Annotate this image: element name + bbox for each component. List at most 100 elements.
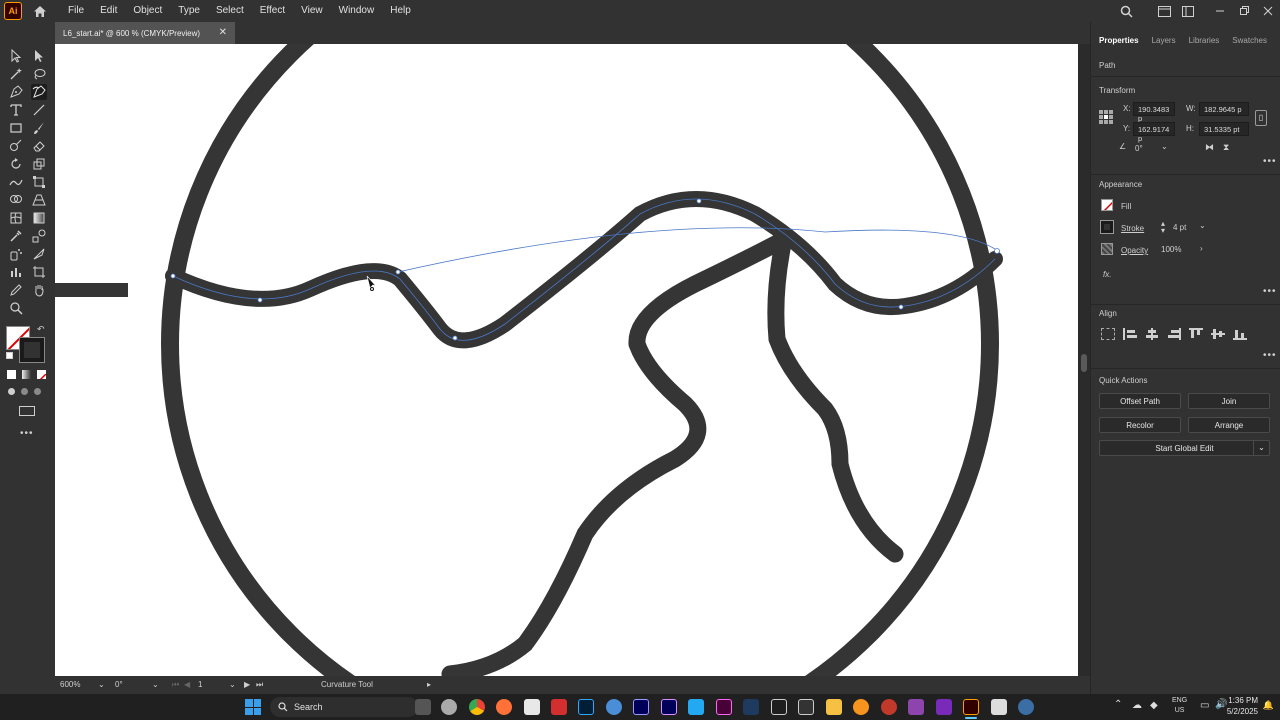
magic-wand-tool-icon[interactable] (8, 66, 24, 82)
rectangle-tool-icon[interactable] (8, 120, 24, 136)
global-edit-dropdown-icon[interactable]: ⌄ (1253, 441, 1269, 455)
terminal-icon[interactable] (798, 699, 814, 715)
align-right-icon[interactable] (1167, 328, 1181, 340)
align-top-icon[interactable] (1189, 328, 1203, 340)
anchor-point[interactable] (994, 248, 1000, 254)
stroke-weight-dropdown-icon[interactable]: ⌄ (1199, 221, 1206, 230)
width-field[interactable]: 182.9645 p (1199, 102, 1249, 116)
task-view-icon[interactable] (415, 699, 431, 715)
scale-tool-icon[interactable] (31, 156, 47, 172)
anchor-point[interactable] (452, 335, 458, 341)
language-bottom[interactable]: US (1172, 706, 1187, 716)
vscode-icon[interactable] (688, 699, 704, 715)
flip-vertical-icon[interactable]: ⧗ (1223, 142, 1229, 153)
column-graph-tool-icon[interactable] (8, 264, 24, 280)
artboard-dropdown-icon[interactable]: ⌄ (229, 680, 236, 689)
anchor-point[interactable] (170, 273, 176, 279)
tab-layers[interactable]: Layers (1152, 36, 1176, 45)
next-artboard-icon[interactable]: ▶ (244, 680, 250, 689)
stroke-swatch-small[interactable] (1100, 220, 1114, 234)
rotate-tool-icon[interactable] (8, 156, 24, 172)
color-mode-icon[interactable] (7, 370, 16, 379)
vertical-scrollbar[interactable] (1078, 44, 1090, 676)
menu-window[interactable]: Window (331, 0, 383, 22)
menu-edit[interactable]: Edit (92, 0, 125, 22)
angle-value[interactable]: 0° (1135, 144, 1143, 153)
paintbrush-tool-icon[interactable] (31, 120, 47, 136)
gradient-mode-icon[interactable] (22, 370, 31, 379)
flip-horizontal-icon[interactable]: ⧓ (1205, 142, 1214, 153)
menu-select[interactable]: Select (208, 0, 252, 22)
hand-tool-icon[interactable] (31, 282, 47, 298)
anchor-point[interactable] (395, 269, 401, 275)
transform-more-options-icon[interactable]: ••• (1263, 156, 1277, 167)
menu-help[interactable]: Help (382, 0, 419, 22)
chrome-icon[interactable] (469, 699, 485, 715)
app-icon-6[interactable] (881, 699, 897, 715)
tab-swatches[interactable]: Swatches (1232, 36, 1267, 45)
document-tab[interactable]: L6_start.ai* @ 600 % (CMYK/Preview) ✕ (55, 22, 235, 44)
notepad-icon[interactable] (991, 699, 1007, 715)
symbol-sprayer-tool-icon[interactable] (8, 246, 24, 262)
lasso-tool-icon[interactable] (31, 66, 47, 82)
opacity-arrow-icon[interactable]: › (1200, 244, 1203, 253)
app-icon-8[interactable] (936, 699, 952, 715)
taskbar-search[interactable]: Search (270, 697, 418, 717)
warp-tool-icon[interactable] (8, 174, 24, 190)
app-icon-2[interactable] (551, 699, 567, 715)
arrange-button[interactable]: Arrange (1188, 417, 1270, 433)
stroke-weight-value[interactable]: 4 pt (1173, 223, 1186, 232)
fill-none-swatch[interactable] (1101, 199, 1113, 211)
workspace-icon[interactable] (1176, 0, 1200, 22)
swap-fill-stroke-icon[interactable]: ↶ (37, 324, 45, 335)
menu-effect[interactable]: Effect (252, 0, 293, 22)
eyedropper-tool-icon[interactable] (8, 228, 24, 244)
last-artboard-icon[interactable]: ⏭ (256, 680, 263, 690)
app-icon-3[interactable] (606, 699, 622, 715)
stroke-weight-stepper-icon[interactable]: ▴ ▾ (1161, 220, 1165, 235)
artboard-canvas[interactable] (55, 44, 1078, 676)
constrain-proportions-icon[interactable]: ▯ (1255, 110, 1267, 126)
close-tab-icon[interactable]: ✕ (219, 27, 227, 38)
photoshop-icon[interactable] (578, 699, 594, 715)
tab-properties[interactable]: Properties (1099, 36, 1139, 45)
home-icon[interactable] (28, 0, 52, 22)
direct-selection-tool-icon[interactable] (31, 48, 47, 64)
zoom-dropdown-icon[interactable]: ⌄ (98, 680, 105, 689)
rotation-value[interactable]: 0° (115, 680, 123, 689)
minimize-icon[interactable] (1208, 0, 1232, 22)
artboard-tool-icon[interactable] (31, 264, 47, 280)
none-mode-icon[interactable] (37, 370, 46, 379)
free-transform-tool-icon[interactable] (31, 174, 47, 190)
language-top[interactable]: ENG (1172, 696, 1187, 706)
menu-file[interactable]: File (60, 0, 92, 22)
premiere-icon[interactable] (633, 699, 649, 715)
search-icon[interactable] (1114, 0, 1138, 22)
shape-builder-tool-icon[interactable] (8, 192, 24, 208)
taskbar-clock[interactable]: 1:36 PM 5/2/2025 (1227, 695, 1258, 717)
illustrator-taskbar-icon[interactable] (963, 699, 979, 715)
anchor-point[interactable] (696, 198, 702, 204)
selection-tool-icon[interactable] (8, 48, 24, 64)
menu-type[interactable]: Type (170, 0, 208, 22)
arrange-documents-icon[interactable] (1152, 0, 1176, 22)
angle-dropdown-icon[interactable]: ⌄ (1161, 142, 1168, 151)
slice-tool-icon[interactable] (31, 246, 47, 262)
perspective-grid-tool-icon[interactable] (31, 192, 47, 208)
indesign-icon[interactable] (716, 699, 732, 715)
join-button[interactable]: Join (1188, 393, 1270, 409)
app-icon-5[interactable] (771, 699, 787, 715)
blend-tool-icon[interactable] (31, 228, 47, 244)
settings-app-icon[interactable] (441, 699, 457, 715)
shaper-tool-icon[interactable] (8, 138, 24, 154)
default-fill-stroke-icon[interactable] (6, 352, 13, 359)
prev-artboard-icon[interactable]: ◀ (184, 680, 190, 689)
app-icon-4[interactable] (743, 699, 759, 715)
screen-mode-icon[interactable] (19, 406, 35, 416)
zoom-tool-icon[interactable] (8, 300, 24, 316)
zoom-level[interactable]: 600% (60, 680, 80, 689)
notifications-icon[interactable]: 🔔 (1263, 700, 1274, 711)
firefox-icon[interactable] (496, 699, 512, 715)
dropbox-icon[interactable]: ◆ (1150, 700, 1158, 711)
align-horizontal-center-icon[interactable] (1145, 328, 1159, 340)
